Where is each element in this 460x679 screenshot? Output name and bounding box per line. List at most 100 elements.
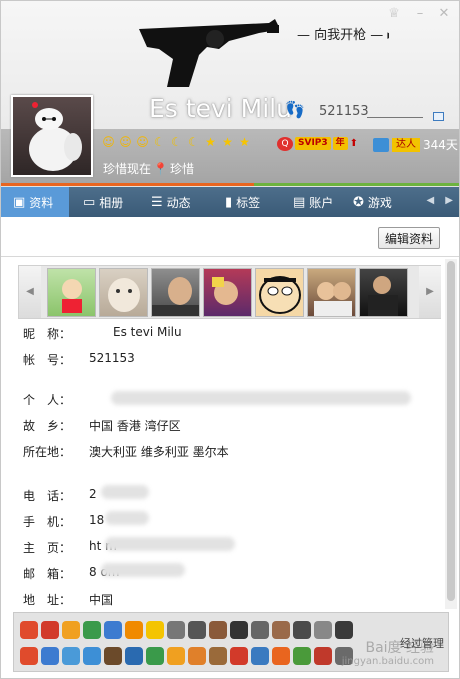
vertical-scrollbar[interactable] bbox=[445, 259, 457, 609]
manage-link[interactable]: 经过管理 bbox=[400, 635, 444, 651]
service-icon[interactable] bbox=[314, 647, 332, 665]
detail-label: 昵 称： bbox=[23, 327, 72, 341]
service-icon[interactable] bbox=[209, 621, 227, 639]
star-icon: ★ bbox=[222, 135, 233, 149]
service-icon[interactable] bbox=[125, 647, 143, 665]
service-icon[interactable] bbox=[230, 621, 248, 639]
service-icon[interactable] bbox=[62, 647, 80, 665]
service-icon[interactable] bbox=[62, 621, 80, 639]
skin-icon[interactable]: ♕ bbox=[387, 7, 401, 21]
service-icon[interactable] bbox=[83, 647, 101, 665]
service-icon[interactable] bbox=[125, 621, 143, 639]
tab-profile-label: 资料 bbox=[29, 195, 54, 210]
edit-profile-button[interactable]: 编辑资料 bbox=[377, 227, 440, 249]
service-icon[interactable] bbox=[251, 621, 269, 639]
tab-feed[interactable]: ☰ 动态 bbox=[139, 187, 211, 217]
detail-label: 主 页： bbox=[23, 541, 72, 555]
minimize-icon[interactable]: – bbox=[413, 7, 427, 21]
tab-account[interactable]: ▤ 账户 bbox=[281, 187, 349, 217]
photo-thumb[interactable] bbox=[307, 268, 356, 317]
sun-icon: ☺ bbox=[119, 135, 132, 149]
status-line: 珍惜现在 📍 珍惜 bbox=[103, 160, 194, 177]
service-icon[interactable] bbox=[188, 621, 206, 639]
service-icon[interactable] bbox=[167, 621, 185, 639]
service-icon[interactable] bbox=[83, 621, 101, 639]
tab-album[interactable]: ▭ 相册 bbox=[69, 187, 139, 217]
qq-profile-window: — 向我开枪 — ▸ ♕ – ✕ Es tevi Milu 👣 521153 ☺… bbox=[0, 0, 460, 679]
close-icon[interactable]: ✕ bbox=[437, 7, 451, 21]
tab-scroll-arrows[interactable]: ◀ ▶ bbox=[426, 195, 457, 206]
moon-icon: ☾ bbox=[188, 135, 199, 149]
service-icon[interactable] bbox=[293, 647, 311, 665]
service-icon[interactable] bbox=[41, 621, 59, 639]
detail-row-address: 地 址： 中国 bbox=[23, 591, 113, 608]
detail-value: 2 bbox=[89, 487, 97, 501]
detail-label: 电 话： bbox=[23, 489, 72, 503]
photo-image bbox=[368, 276, 398, 316]
service-icon[interactable] bbox=[314, 621, 332, 639]
photo-thumb[interactable] bbox=[151, 268, 200, 317]
service-icon[interactable] bbox=[272, 621, 290, 639]
tab-album-label: 相册 bbox=[99, 195, 124, 210]
service-icon[interactable] bbox=[167, 647, 185, 665]
service-icon[interactable] bbox=[335, 621, 353, 639]
detail-label: 地 址： bbox=[23, 593, 72, 607]
detail-value: 中国 bbox=[89, 593, 114, 607]
detail-label: 所在地： bbox=[23, 445, 72, 459]
photo-thumb[interactable] bbox=[47, 268, 96, 317]
photo-thumb[interactable] bbox=[99, 268, 148, 317]
message-icon[interactable] bbox=[433, 112, 444, 121]
photo-image bbox=[62, 279, 82, 313]
service-icon[interactable] bbox=[104, 647, 122, 665]
banner-text: — 向我开枪 — ▸ bbox=[297, 27, 389, 43]
scrollbar-thumb[interactable] bbox=[447, 261, 455, 601]
service-icon[interactable] bbox=[272, 647, 290, 665]
photo-image bbox=[259, 276, 301, 314]
service-icon[interactable] bbox=[188, 647, 206, 665]
service-icon[interactable] bbox=[230, 647, 248, 665]
qq-level-icons[interactable]: ☺ ☺ ☺ ☾ ☾ ☾ ★ ★ ★ bbox=[101, 135, 252, 151]
service-icon[interactable] bbox=[251, 647, 269, 665]
photo-next-button[interactable]: ▶ bbox=[419, 266, 441, 318]
star-icon: ★ bbox=[205, 135, 216, 149]
service-icon[interactable] bbox=[146, 647, 164, 665]
star-icon: ★ bbox=[239, 135, 250, 149]
service-icon[interactable] bbox=[104, 621, 122, 639]
gun-banner: — 向我开枪 — ▸ bbox=[139, 19, 389, 87]
sun-icon: ☺ bbox=[102, 135, 115, 149]
tab-tags-label: 标签 bbox=[236, 195, 261, 210]
service-icon[interactable] bbox=[209, 647, 227, 665]
photo-prev-button[interactable]: ◀ bbox=[19, 266, 41, 318]
svip-badge[interactable]: Q SVIP3 年 ⬆ bbox=[277, 136, 358, 151]
service-icon[interactable] bbox=[20, 621, 38, 639]
qq-penguin-icon: Q bbox=[277, 136, 293, 151]
service-icon-row bbox=[20, 647, 353, 665]
detail-value: 18 bbox=[89, 513, 105, 527]
redacted-blur bbox=[101, 485, 149, 499]
redacted-blur bbox=[105, 511, 149, 525]
photo-strip: ◀ ▶ bbox=[18, 265, 441, 319]
footprint-icon: 👣 bbox=[285, 100, 305, 119]
redacted-blur bbox=[101, 563, 185, 577]
uin-underline bbox=[367, 117, 423, 118]
tab-tags[interactable]: ▮ 标签 bbox=[211, 187, 281, 217]
moon-icon: ☾ bbox=[154, 135, 165, 149]
header-accent-bar bbox=[1, 183, 459, 186]
photo-thumb[interactable] bbox=[203, 268, 252, 317]
detail-row-homepage: 主 页： ht m bbox=[23, 539, 117, 556]
service-icon-panel: Bai度 经验 jingyan.baidu.com 经过管理 bbox=[13, 612, 449, 672]
tab-profile[interactable]: ▣ 资料 bbox=[1, 187, 69, 217]
daren-badge[interactable]: 达人 344天 bbox=[373, 136, 458, 153]
detail-row-hometown: 故 乡： 中国 香港 湾仔区 bbox=[23, 417, 181, 434]
service-icon[interactable] bbox=[293, 621, 311, 639]
service-icon[interactable] bbox=[20, 647, 38, 665]
tab-games[interactable]: ✪ 游戏 bbox=[349, 187, 425, 217]
photo-image bbox=[314, 282, 352, 316]
photo-thumb[interactable] bbox=[255, 268, 304, 317]
service-icon[interactable] bbox=[41, 647, 59, 665]
avatar[interactable] bbox=[11, 95, 93, 177]
service-icon[interactable] bbox=[146, 621, 164, 639]
detail-row-account: 帐 号： 521153 bbox=[23, 351, 135, 368]
game-icon: ✪ bbox=[353, 194, 364, 210]
photo-thumb[interactable] bbox=[359, 268, 408, 317]
